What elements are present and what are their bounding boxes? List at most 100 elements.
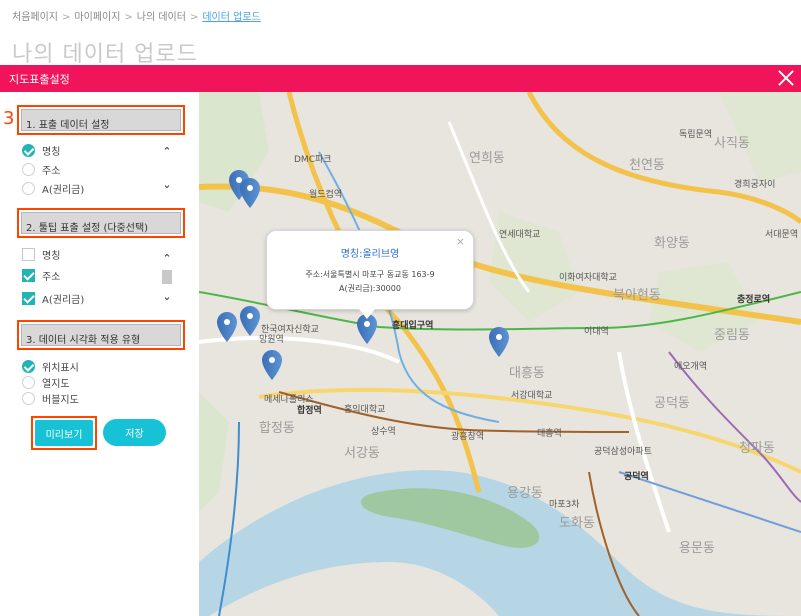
option-label: A(권리금)	[42, 184, 85, 196]
section-tooltip-list: 명칭 주소 A(권리금)	[22, 246, 174, 306]
radio-option-heatmap[interactable]: 열지도	[22, 375, 70, 390]
map-label-place: 연세대학교	[499, 230, 541, 240]
checkbox-checked-icon[interactable]	[22, 268, 35, 282]
radio-option-bubble[interactable]: 버블지도	[22, 391, 79, 406]
map-label-place: 경희궁자이	[734, 180, 776, 190]
radio-unchecked-icon[interactable]	[22, 375, 35, 389]
marker-tooltip-popup: × 명칭:올리브영 주소:서울특별시 마포구 동교동 163-9 A(권리금):…	[266, 230, 474, 310]
map-label-place: 공덕삼성아파트	[594, 447, 652, 457]
map-label-district: 천연동	[629, 158, 665, 173]
scroll-up-icon[interactable]: ⌃	[162, 146, 172, 157]
scroll-up-icon[interactable]: ⌃	[162, 253, 172, 264]
breadcrumb-current[interactable]: 데이터 업로드	[202, 8, 260, 23]
scroll-thumb[interactable]	[162, 270, 172, 284]
map-label-district: 사직동	[714, 136, 750, 151]
map-label-station: 독립문역	[679, 130, 713, 140]
map-label-station: 충정로역	[737, 295, 771, 305]
map-label-district: 서강동	[344, 446, 380, 461]
radio-unchecked-icon[interactable]	[22, 181, 35, 195]
map-label-place: DMC파크	[294, 155, 332, 165]
map-label-district: 북아현동	[613, 288, 661, 303]
close-icon[interactable]	[777, 69, 795, 87]
section-visualization-header: 3. 데이터 시각화 적용 유형	[17, 320, 185, 350]
map-label-place: 홍익대학교	[344, 405, 386, 415]
option-label: 명칭	[42, 146, 61, 158]
map-label-district: 공덕동	[654, 396, 690, 411]
radio-option-location[interactable]: 위치표시	[22, 359, 79, 374]
checkbox-option-name[interactable]: 명칭	[22, 247, 61, 262]
radio-unchecked-icon[interactable]	[22, 391, 35, 405]
section-display-data-list: 명칭 주소 A(권리금)	[22, 142, 174, 200]
map-label-station: 애오개역	[674, 362, 708, 372]
map-label-station: 합정역	[297, 406, 322, 416]
popup-amount: A(권리금):30000	[339, 284, 401, 293]
modal-title: 지도표출설정	[9, 73, 70, 86]
save-button[interactable]: 저장	[103, 419, 166, 446]
radio-option-name[interactable]: 명칭	[22, 143, 61, 158]
breadcrumb-separator-icon: >	[189, 12, 199, 23]
option-label: 버블지도	[42, 394, 79, 406]
checkbox-option-premium[interactable]: A(권리금)	[22, 291, 85, 306]
modal-header: 지도표출설정	[0, 65, 801, 92]
radio-option-address[interactable]: 주소	[22, 162, 61, 177]
option-label: A(권리금)	[42, 294, 85, 306]
breadcrumb-separator-icon: >	[124, 12, 133, 23]
option-label: 위치표시	[42, 362, 79, 374]
map-label-district: 화양동	[654, 236, 690, 251]
option-label: 주소	[42, 165, 61, 177]
checkbox-option-address[interactable]: 주소	[22, 268, 61, 283]
map-label-station: 월드컵역	[309, 190, 343, 200]
breadcrumb-mypage[interactable]: 마이페이지	[74, 8, 120, 23]
map-label-place: 서강대학교	[511, 391, 553, 401]
map-label-station: 이대역	[584, 327, 609, 337]
radio-option-premium[interactable]: A(권리금)	[22, 181, 85, 196]
popup-tail	[359, 309, 375, 319]
map-label-station: 상수역	[371, 427, 396, 437]
map-label-district: 합정동	[259, 421, 295, 436]
section-tooltip-header: 2. 툴팁 표출 설정 (다중선택)	[17, 208, 185, 238]
map-label-district: 대흥동	[509, 366, 545, 381]
popup-address: 주소:서울특별시 마포구 동교동 163-9	[305, 270, 435, 279]
map-label-place: 이화여자대학교	[559, 273, 617, 283]
preview-button[interactable]: 미리보기	[35, 420, 93, 446]
checkbox-unchecked-icon[interactable]	[22, 247, 35, 261]
map-label-station: 광흥창역	[451, 432, 485, 442]
radio-checked-icon[interactable]	[22, 359, 35, 373]
section-1-scrollbar[interactable]: ⌃ ⌄	[160, 146, 174, 193]
map-label-station: 서대문역	[765, 230, 799, 240]
radio-checked-icon[interactable]	[22, 143, 35, 157]
option-label: 열지도	[42, 378, 70, 390]
section-title: 1. 표출 데이터 설정	[21, 109, 181, 131]
preview-button-outline: 미리보기	[31, 416, 97, 450]
map-label-district: 용문동	[679, 541, 715, 556]
section-title: 3. 데이터 시각화 적용 유형	[21, 324, 181, 346]
map-label-place: 마포3차	[549, 500, 580, 510]
option-label: 주소	[42, 271, 61, 283]
section-display-data-header: 1. 표출 데이터 설정	[17, 105, 185, 135]
breadcrumb: 처음페이지 > 마이페이지 > 나의 데이터 > 데이터 업로드	[12, 8, 261, 23]
map-view[interactable]: 천연동 연희동 북아현동 대흥동 공덕동 서강동 용강동 도화동 합정동 화양동…	[199, 92, 801, 616]
page-title: 나의 데이터 업로드	[12, 42, 198, 67]
step-marker: 3	[3, 108, 15, 129]
breadcrumb-home[interactable]: 처음페이지	[12, 8, 58, 23]
section-visualization-list: 위치표시 열지도 버블지도	[22, 358, 174, 408]
map-label-station: 망원역	[259, 335, 284, 345]
scroll-down-icon[interactable]: ⌄	[162, 179, 172, 190]
map-label-district: 청파동	[739, 441, 775, 456]
checkbox-checked-icon[interactable]	[22, 291, 35, 305]
section-2-scrollbar[interactable]: ⌃ ⌄	[160, 253, 174, 304]
section-title: 2. 툴팁 표출 설정 (다중선택)	[21, 212, 181, 234]
radio-unchecked-icon[interactable]	[22, 162, 35, 176]
breadcrumb-mydata[interactable]: 나의 데이터	[137, 8, 186, 23]
map-label-district: 도화동	[559, 516, 595, 531]
map-label-station: 대흥역	[537, 429, 562, 439]
popup-name: 명칭:올리브영	[340, 249, 400, 260]
map-label-district: 용강동	[507, 486, 543, 501]
map-label-district: 연희동	[469, 151, 505, 166]
breadcrumb-separator-icon: >	[62, 12, 71, 23]
map-label-station: 공덕역	[624, 472, 649, 482]
map-label-station: 홍대입구역	[392, 321, 434, 331]
option-label: 명칭	[42, 250, 61, 262]
scroll-down-icon[interactable]: ⌄	[162, 291, 172, 302]
map-label-district: 중림동	[714, 328, 750, 343]
